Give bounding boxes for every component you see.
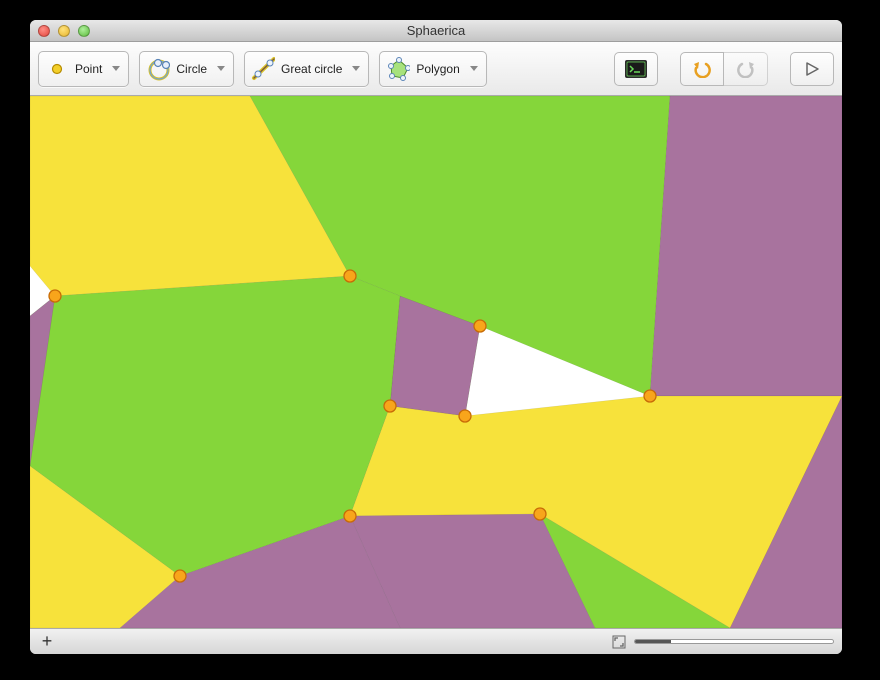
chevron-down-icon [217,66,225,71]
terminal-icon [625,60,647,78]
polygon-tool-button[interactable]: Polygon [379,51,486,87]
redo-icon [736,60,756,78]
slider-fill [635,640,671,643]
zoom-slider[interactable] [634,639,834,644]
canvas-polygon[interactable] [650,96,842,396]
titlebar[interactable]: Sphaerica [30,20,842,42]
zoom-icon[interactable] [78,25,90,37]
undo-redo-group [680,52,768,86]
canvas-point[interactable] [344,270,356,282]
canvas-point[interactable] [534,508,546,520]
canvas-svg[interactable] [30,96,842,628]
toolbar: Point Circle [30,42,842,96]
canvas-point[interactable] [344,510,356,522]
app-window: Sphaerica Point Circle [30,20,842,654]
circle-tool-label: Circle [176,62,207,76]
statusbar: + [30,628,842,654]
play-button[interactable] [790,52,834,86]
point-icon [45,57,69,81]
undo-icon [692,60,712,78]
play-icon [804,61,820,77]
point-tool-button[interactable]: Point [38,51,129,87]
undo-button[interactable] [680,52,724,86]
circle-tool-button[interactable]: Circle [139,51,234,87]
canvas-point[interactable] [644,390,656,402]
great-circle-tool-button[interactable]: Great circle [244,51,369,87]
minimize-icon[interactable] [58,25,70,37]
canvas-point[interactable] [474,320,486,332]
drawing-canvas[interactable] [30,96,842,628]
fullscreen-icon[interactable] [612,635,626,649]
polygon-icon [386,57,410,81]
chevron-down-icon [352,66,360,71]
terminal-button[interactable] [614,52,658,86]
window-controls [30,25,90,37]
point-tool-label: Point [75,62,102,76]
chevron-down-icon [112,66,120,71]
polygon-tool-label: Polygon [416,62,459,76]
great-circle-tool-label: Great circle [281,62,342,76]
slider-track[interactable] [634,639,834,644]
add-tab-button[interactable]: + [38,633,56,651]
window-title: Sphaerica [30,23,842,38]
chevron-down-icon [470,66,478,71]
great-circle-icon [251,57,275,81]
redo-button[interactable] [724,52,768,86]
canvas-point[interactable] [49,290,61,302]
canvas-point[interactable] [174,570,186,582]
canvas-point[interactable] [459,410,471,422]
canvas-point[interactable] [384,400,396,412]
close-icon[interactable] [38,25,50,37]
circle-icon [146,57,170,81]
